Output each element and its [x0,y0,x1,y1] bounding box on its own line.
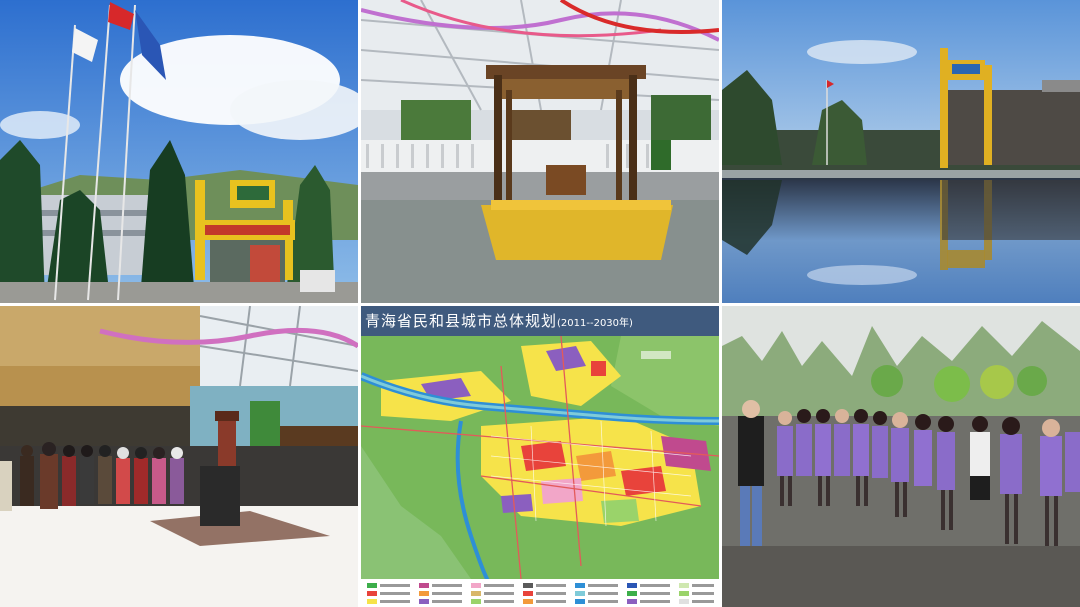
flag-plaza-scene [0,0,358,303]
map-title-bar: 青海省民和县城市总体规划(2011--2030年) [361,306,719,336]
greenhouse-boat-scene [361,0,719,303]
photo-flag-plaza [0,0,358,303]
reflection-gate-scene [722,0,1080,303]
photo-staff-lineup [722,306,1080,607]
map-legend [361,579,719,607]
map-legend-swatches [367,583,714,604]
photo-collage: 青海省民和县城市总体规划(2011--2030年) [0,0,1080,607]
photo-greenhouse-boat [361,0,719,303]
photo-city-plan-map: 青海省民和县城市总体规划(2011--2030年) [361,306,719,607]
photo-lobby [0,306,358,607]
city-plan-map-graphic [361,306,719,607]
staff-lineup-scene [722,306,1080,607]
map-years: (2011--2030年) [557,318,633,329]
map-title: 青海省民和县城市总体规划 [365,312,558,330]
photo-reflection-gate [722,0,1080,303]
lobby-scene [0,306,358,607]
